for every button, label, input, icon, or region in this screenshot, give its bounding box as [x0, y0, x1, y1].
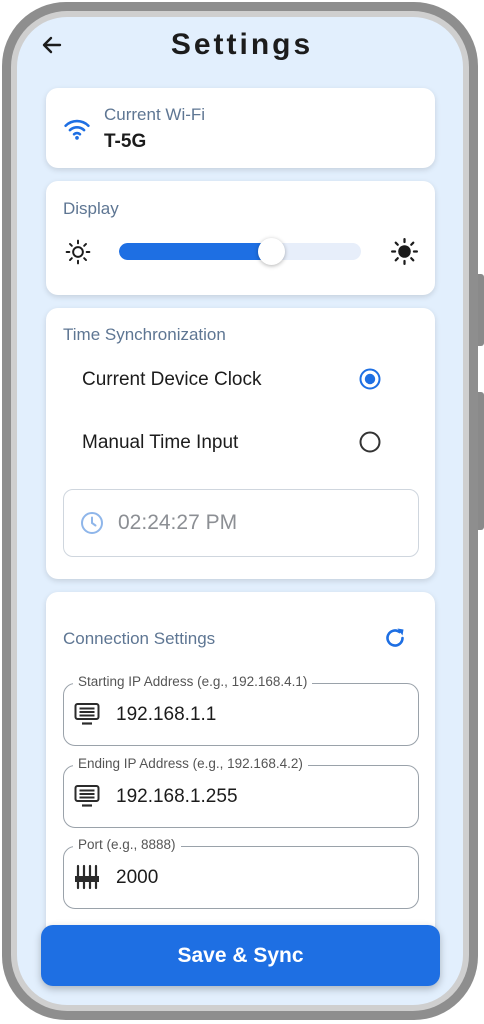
brightness-thumb[interactable] [257, 238, 285, 265]
start-ip-label: Starting IP Address (e.g., 192.168.4.1) [73, 674, 313, 689]
save-sync-button[interactable]: Save & Sync [41, 925, 440, 986]
wifi-icon [64, 119, 90, 140]
volume-button [478, 392, 484, 530]
brightness-slider[interactable] [119, 243, 361, 260]
radio-manual-time[interactable] [359, 431, 381, 453]
brightness-fill [119, 243, 272, 260]
connection-label: Connection Settings [63, 629, 216, 648]
end-ip-value: 192.168.1.255 [116, 786, 238, 807]
monitor-icon [74, 785, 100, 807]
option-manual-time-label[interactable]: Manual Time Input [82, 432, 238, 454]
wifi-card [46, 88, 435, 168]
end-ip-label: Ending IP Address (e.g., 192.168.4.2) [73, 756, 308, 771]
port-label: Port (e.g., 8888) [73, 837, 181, 852]
wifi-ssid: T-5G [104, 131, 147, 152]
port-icon [75, 864, 99, 890]
time-value: 02:24:27 PM [118, 511, 238, 534]
port-field[interactable]: Port (e.g., 8888) 2000 [63, 837, 419, 909]
port-value: 2000 [116, 867, 159, 888]
sun-outline-icon [65, 239, 91, 265]
end-ip-field[interactable]: Ending IP Address (e.g., 192.168.4.2) 19… [63, 756, 419, 828]
display-label: Display [63, 199, 119, 218]
wifi-label: Current Wi-Fi [104, 105, 206, 124]
sun-filled-icon [391, 238, 418, 265]
refresh-icon[interactable] [383, 626, 407, 650]
clock-icon [81, 512, 103, 534]
radio-device-clock[interactable] [359, 368, 381, 390]
option-device-clock-label[interactable]: Current Device Clock [82, 369, 262, 391]
time-input[interactable]: 02:24:27 PM [63, 489, 419, 557]
start-ip-value: 192.168.1.1 [116, 704, 217, 725]
page-title: Settings [170, 28, 314, 61]
power-button [478, 274, 484, 346]
time-sync-label: Time Synchronization [63, 325, 226, 344]
start-ip-field[interactable]: Starting IP Address (e.g., 192.168.4.1) … [63, 674, 419, 746]
monitor-icon [74, 703, 100, 725]
